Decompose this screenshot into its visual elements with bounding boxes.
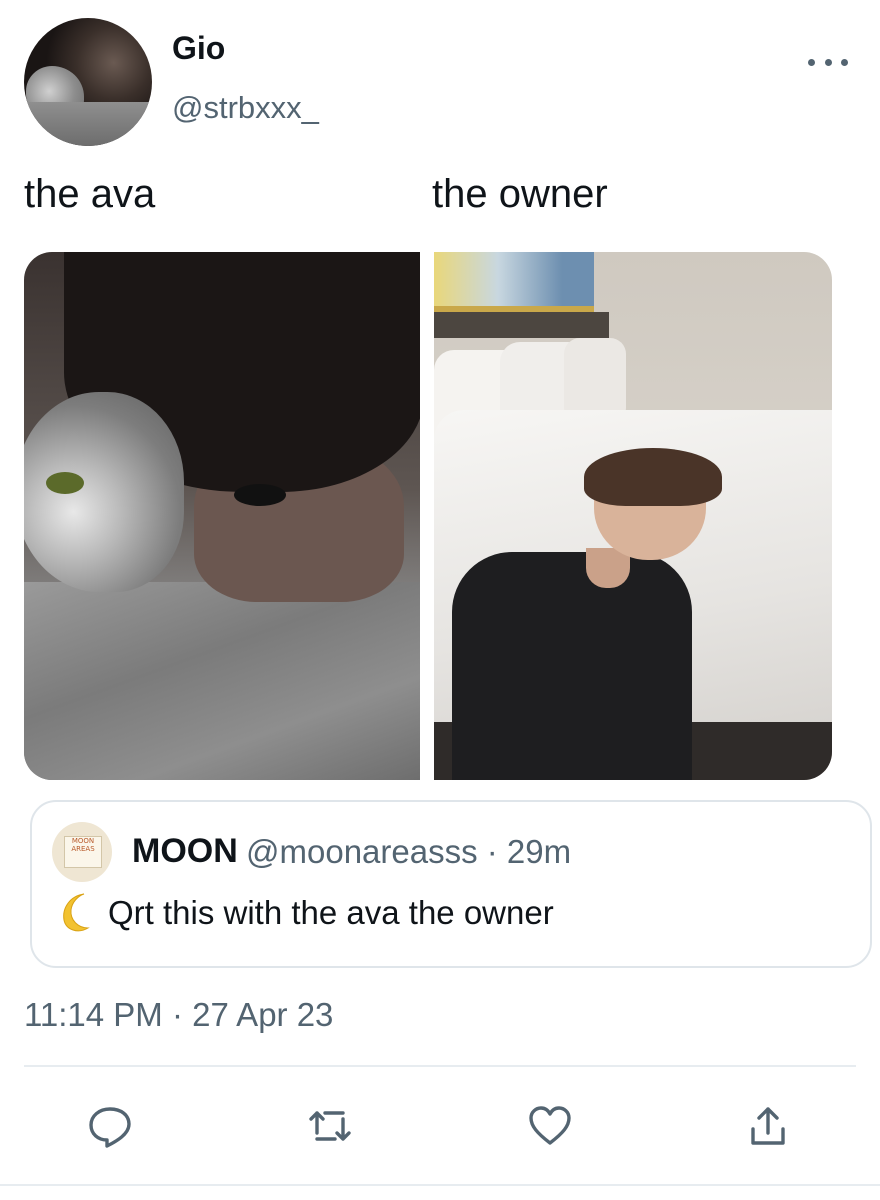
avatar-blanket bbox=[24, 102, 152, 146]
reply-button[interactable] bbox=[82, 1098, 138, 1154]
dot bbox=[841, 58, 848, 66]
photo-headboard bbox=[434, 312, 609, 338]
photo-eye bbox=[234, 484, 286, 506]
action-bar bbox=[0, 1098, 880, 1158]
crescent-moon-icon bbox=[63, 893, 90, 932]
retweet-icon bbox=[309, 1111, 351, 1141]
tweet-timestamp[interactable]: 11:14 PM · 27 Apr 23 bbox=[24, 996, 333, 1034]
dot bbox=[808, 58, 815, 66]
quoted-handle-time: @moonareasss · 29m bbox=[246, 833, 572, 870]
photo-cat bbox=[24, 392, 184, 592]
quoted-display-name: MOON bbox=[132, 832, 238, 870]
author-handle[interactable]: @strbxxx_ bbox=[172, 90, 319, 126]
heart-icon bbox=[529, 1106, 571, 1145]
photo-hair bbox=[584, 448, 722, 506]
quoted-tweet[interactable]: MOON AREAS MOON @moonareasss · 29m Qrt t… bbox=[30, 800, 872, 968]
share-icon bbox=[751, 1107, 785, 1145]
tweet-media bbox=[24, 252, 832, 780]
photo-painting bbox=[434, 252, 594, 312]
dot bbox=[824, 58, 832, 66]
quoted-text: Qrt this with the ava the owner bbox=[108, 894, 554, 931]
photo-blanket bbox=[24, 582, 420, 780]
photo-cat-eye bbox=[46, 472, 84, 494]
like-button[interactable] bbox=[522, 1098, 578, 1154]
retweet-button[interactable] bbox=[302, 1098, 358, 1154]
quoted-avatar[interactable]: MOON AREAS bbox=[52, 822, 112, 882]
more-options-icon[interactable] bbox=[808, 52, 848, 72]
reply-icon bbox=[89, 1107, 131, 1148]
author-avatar[interactable] bbox=[24, 18, 152, 146]
tweet-text-left: the ava bbox=[24, 172, 156, 216]
share-button[interactable] bbox=[740, 1098, 796, 1154]
ava-photo[interactable] bbox=[24, 252, 420, 780]
tweet-text-right: the owner bbox=[432, 172, 608, 216]
divider bbox=[24, 1065, 856, 1067]
photo-shirt bbox=[452, 552, 692, 780]
bottom-divider bbox=[0, 1184, 880, 1186]
owner-photo[interactable] bbox=[434, 252, 832, 780]
quoted-avatar-card: MOON AREAS bbox=[64, 836, 102, 868]
author-display-name[interactable]: Gio bbox=[172, 30, 225, 67]
